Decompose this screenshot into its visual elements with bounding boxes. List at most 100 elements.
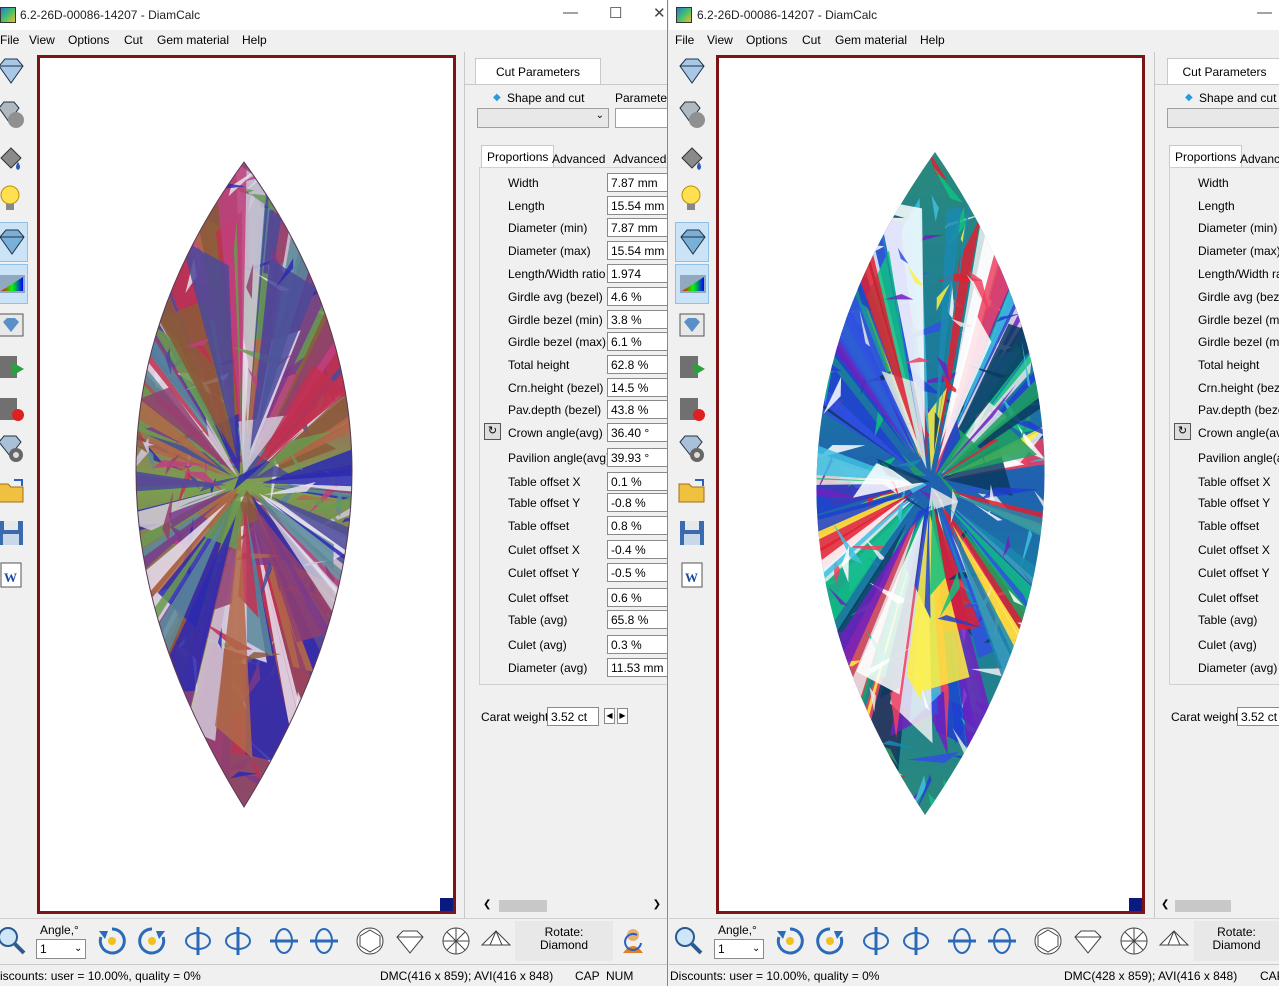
resize-corner[interactable]	[1129, 898, 1142, 911]
rotate-target[interactable]: Rotate: Diamond	[1194, 921, 1279, 961]
flip-v-icon[interactable]	[860, 925, 892, 957]
carat-weight-field[interactable]: 3.52 ct	[1237, 707, 1279, 726]
minimize-button[interactable]: —	[1257, 4, 1272, 21]
carat-prev-button[interactable]: ◀	[604, 708, 615, 724]
spectrum-icon[interactable]	[675, 264, 709, 304]
flip-h-icon[interactable]	[268, 925, 300, 957]
param-value-field[interactable]: 3.8 %	[607, 310, 667, 329]
flip-v-icon[interactable]	[182, 925, 214, 957]
flip-v2-icon[interactable]	[222, 925, 254, 957]
flip-h2-icon[interactable]	[986, 925, 1018, 957]
diamond-ball-icon[interactable]	[0, 96, 28, 136]
maximize-button[interactable]: ☐	[609, 4, 622, 22]
menu-options[interactable]: Options	[746, 33, 787, 47]
menu-cut[interactable]: Cut	[802, 33, 821, 47]
scroll-thumb[interactable]	[1175, 900, 1231, 912]
rotate-ccw-icon[interactable]	[136, 925, 168, 957]
zoom-icon[interactable]	[673, 925, 705, 957]
menu-cut[interactable]: Cut	[124, 33, 143, 47]
rotate-target[interactable]: Rotate: Diamond	[515, 921, 613, 961]
round-side-icon[interactable]	[1072, 925, 1104, 957]
carat-weight-field[interactable]: 3.52 ct	[547, 707, 599, 726]
resize-corner[interactable]	[440, 898, 453, 911]
scroll-thumb[interactable]	[499, 900, 547, 912]
video-record-icon[interactable]	[675, 390, 709, 430]
param-value-field[interactable]: 7.87 mm	[607, 218, 667, 237]
diamond-view-icon[interactable]	[0, 52, 28, 92]
round-bottom-icon[interactable]	[440, 925, 472, 957]
param-value-field[interactable]: 62.8 %	[607, 355, 667, 374]
scroll-left-icon[interactable]: ❮	[483, 899, 491, 910]
param-value-field[interactable]: 14.5 %	[607, 378, 667, 397]
save-disk-icon[interactable]	[0, 514, 28, 554]
diamond-ball-icon[interactable]	[675, 96, 709, 136]
param-value-field[interactable]: 7.87 mm	[607, 173, 667, 192]
round-pavilion-icon[interactable]	[1158, 925, 1190, 957]
diamond-render-icon[interactable]	[675, 222, 709, 262]
tab-proportions[interactable]: Proportions	[1169, 145, 1243, 167]
menu-gem-material[interactable]: Gem material	[157, 33, 229, 47]
close-button[interactable]: ✕	[653, 4, 666, 22]
tab-proportions[interactable]: Proportions	[481, 145, 555, 167]
light-bulb-icon[interactable]	[675, 180, 709, 220]
param-value-field[interactable]: 36.40 °	[607, 423, 667, 442]
param-value-field[interactable]: 11.53 mm	[607, 658, 667, 677]
param-value-field[interactable]: 4.6 %	[607, 287, 667, 306]
picture-icon[interactable]	[0, 306, 28, 346]
lock-angle-icon[interactable]: ↻	[1174, 423, 1191, 440]
menu-gem-material[interactable]: Gem material	[835, 33, 907, 47]
paint-bucket-icon[interactable]	[675, 140, 709, 180]
menu-help[interactable]: Help	[920, 33, 945, 47]
horizontal-scrollbar[interactable]: ❮ ❯	[479, 898, 665, 914]
param-value-field[interactable]: -0.8 %	[607, 493, 667, 512]
open-folder-icon[interactable]	[675, 472, 709, 512]
rotate-ccw-icon[interactable]	[814, 925, 846, 957]
param-value-field[interactable]: 39.93 °	[607, 448, 667, 467]
spectrum-icon[interactable]	[0, 264, 28, 304]
diamond-viewer[interactable]	[716, 55, 1145, 914]
flip-h2-icon[interactable]	[308, 925, 340, 957]
param-value-field[interactable]: 65.8 %	[607, 610, 667, 629]
video-play-icon[interactable]	[0, 348, 28, 388]
diamond-view-icon[interactable]	[675, 52, 709, 92]
tab-cut-parameters[interactable]: Cut Parameters	[1167, 58, 1279, 85]
round-pavilion-icon[interactable]	[480, 925, 512, 957]
flip-v2-icon[interactable]	[900, 925, 932, 957]
round-top-icon[interactable]	[354, 925, 386, 957]
menu-help[interactable]: Help	[242, 33, 267, 47]
shape-select[interactable]: ⌄	[477, 108, 609, 128]
diamond-render-icon[interactable]	[0, 222, 28, 262]
param-value-field[interactable]: 0.3 %	[607, 635, 667, 654]
diamond-viewer[interactable]	[37, 55, 456, 914]
tab-cut-parameters[interactable]: Cut Parameters	[475, 58, 601, 85]
param-value-field[interactable]: 15.54 mm	[607, 196, 667, 215]
video-play-icon[interactable]	[675, 348, 709, 388]
picture-icon[interactable]	[675, 306, 709, 346]
scroll-left-icon[interactable]: ❮	[1161, 899, 1169, 910]
word-export-icon[interactable]: W	[0, 556, 28, 596]
zoom-icon[interactable]	[0, 925, 28, 957]
paint-bucket-icon[interactable]	[0, 140, 28, 180]
menu-view[interactable]: View	[707, 33, 733, 47]
round-side-icon[interactable]	[394, 925, 426, 957]
round-bottom-icon[interactable]	[1118, 925, 1150, 957]
menu-file[interactable]: File	[675, 33, 694, 47]
param-value-field[interactable]: -0.5 %	[607, 563, 667, 582]
param-value-field[interactable]: 1.974	[607, 264, 667, 283]
save-disk-icon[interactable]	[675, 514, 709, 554]
horizontal-scrollbar[interactable]: ❮	[1159, 898, 1279, 914]
param-value-field[interactable]: -0.4 %	[607, 540, 667, 559]
menu-view[interactable]: View	[29, 33, 55, 47]
param-value-field[interactable]: 43.8 %	[607, 400, 667, 419]
video-record-icon[interactable]	[0, 390, 28, 430]
flip-h-icon[interactable]	[946, 925, 978, 957]
scroll-right-icon[interactable]: ❯	[653, 899, 661, 910]
menu-options[interactable]: Options	[68, 33, 109, 47]
user-rotate-icon[interactable]	[619, 925, 651, 957]
carat-next-button[interactable]: ▶	[617, 708, 628, 724]
parameters-select[interactable]	[615, 108, 667, 128]
param-value-field[interactable]: 15.54 mm	[607, 241, 667, 260]
diamond-gear-icon[interactable]	[675, 430, 709, 470]
open-folder-icon[interactable]	[0, 472, 28, 512]
param-value-field[interactable]: 6.1 %	[607, 332, 667, 351]
